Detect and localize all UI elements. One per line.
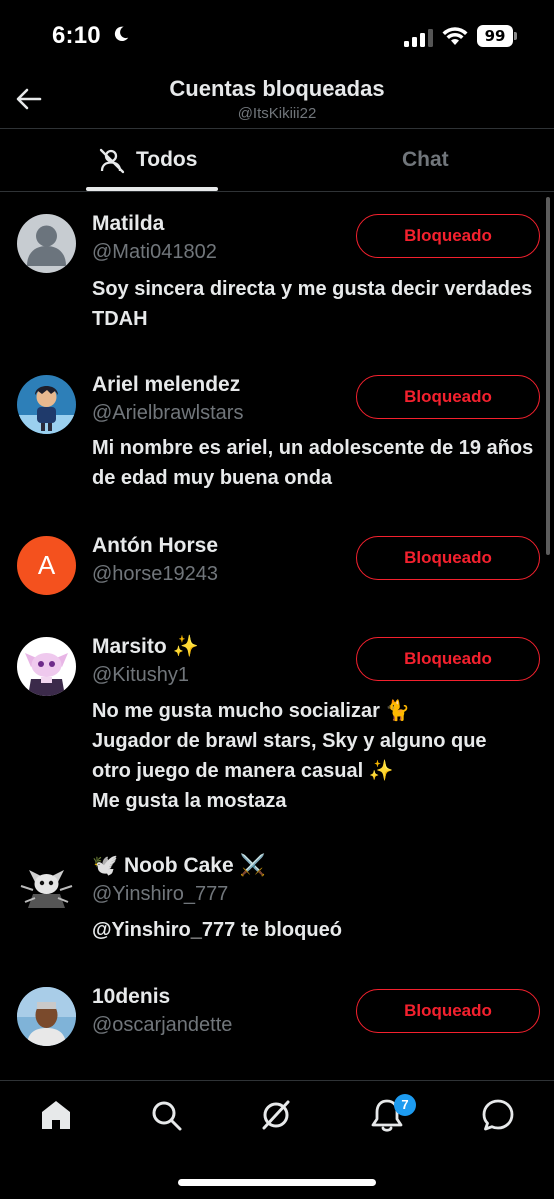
wifi-icon: [442, 27, 468, 45]
avatar[interactable]: A: [17, 536, 76, 595]
account-name: Ariel melendez: [92, 373, 241, 396]
avatar[interactable]: [17, 987, 76, 1046]
bio-line: Jugador de brawl stars, Sky y alguno que: [92, 730, 487, 752]
signal-icon: [404, 29, 433, 47]
blocked-button[interactable]: Bloqueado: [356, 214, 540, 258]
avatar[interactable]: [17, 637, 76, 696]
header: Cuentas bloqueadas @ItsKikiii22: [0, 70, 554, 130]
account-name: Matilda: [92, 212, 165, 235]
account-bio: No me gusta mucho socializar 🐈 Jugador d…: [92, 696, 542, 816]
grok-icon[interactable]: [256, 1095, 296, 1135]
blocked-button[interactable]: Bloqueado: [356, 536, 540, 580]
avatar[interactable]: [17, 214, 76, 273]
avatar[interactable]: [17, 375, 76, 434]
account-handle: @horse19243: [92, 563, 218, 585]
home-icon[interactable]: [36, 1095, 76, 1135]
account-handle: @Arielbrawlstars: [92, 402, 244, 424]
account-handle: @Mati041802: [92, 241, 217, 263]
account-handle: @Kitushy1: [92, 664, 190, 686]
messages-icon[interactable]: [478, 1095, 518, 1135]
tab-todos-label: Todos: [136, 148, 198, 171]
avatar-character-icon: [20, 870, 73, 908]
notifications-badge: 7: [394, 1094, 416, 1116]
avatar-character-icon: [25, 653, 68, 696]
bio-line: Me gusta la mostaza: [92, 790, 287, 812]
avatar-letter: A: [37, 550, 56, 580]
page-title: Cuentas bloqueadas: [169, 76, 385, 101]
tabs-divider: [0, 191, 554, 192]
avatar[interactable]: [17, 856, 76, 915]
account-bio: Soy sincera directa y me gusta decir ver…: [92, 278, 533, 330]
blocked-by-notice: @Yinshiro_777 te bloqueó: [92, 919, 342, 941]
blocked-button[interactable]: Bloqueado: [356, 637, 540, 681]
tab-todos[interactable]: Todos: [86, 129, 218, 191]
moon-icon: [114, 26, 129, 42]
page-subtitle: @ItsKikiii22: [237, 105, 317, 122]
account-bio: Mi nombre es ariel, un adolescente de 19…: [92, 437, 534, 489]
status-bar: 6:10 99: [0, 0, 554, 70]
avatar-character-icon: [17, 386, 76, 434]
battery-tip: [514, 32, 517, 40]
home-indicator[interactable]: [178, 1179, 376, 1186]
account-name: 10denis: [92, 985, 171, 1008]
blocked-button[interactable]: Bloqueado: [356, 375, 540, 419]
scrollbar[interactable]: [546, 197, 550, 555]
blocked-users-icon: [99, 148, 125, 174]
account-name: 🕊️ Noob Cake ⚔️: [92, 854, 266, 877]
bio-line: No me gusta mucho socializar 🐈: [92, 700, 411, 722]
battery-level: 99: [477, 25, 513, 47]
search-icon[interactable]: [146, 1095, 186, 1135]
tab-bar: Todos Chat: [0, 129, 554, 191]
default-avatar-icon: [27, 225, 66, 266]
battery-icon: 99: [477, 25, 517, 47]
avatar-character-icon: [17, 987, 76, 1046]
blocked-button[interactable]: Bloqueado: [356, 989, 540, 1033]
account-name: Marsito ✨: [92, 635, 199, 658]
tab-chat-label: Chat: [402, 148, 449, 171]
bio-line: otro juego de manera casual ✨: [92, 760, 394, 782]
account-name: Antón Horse: [92, 534, 218, 557]
account-handle: @oscarjandette: [92, 1014, 233, 1036]
status-time: 6:10: [52, 22, 101, 49]
tab-chat[interactable]: Chat: [366, 129, 490, 191]
account-handle: @Yinshiro_777: [92, 883, 229, 905]
